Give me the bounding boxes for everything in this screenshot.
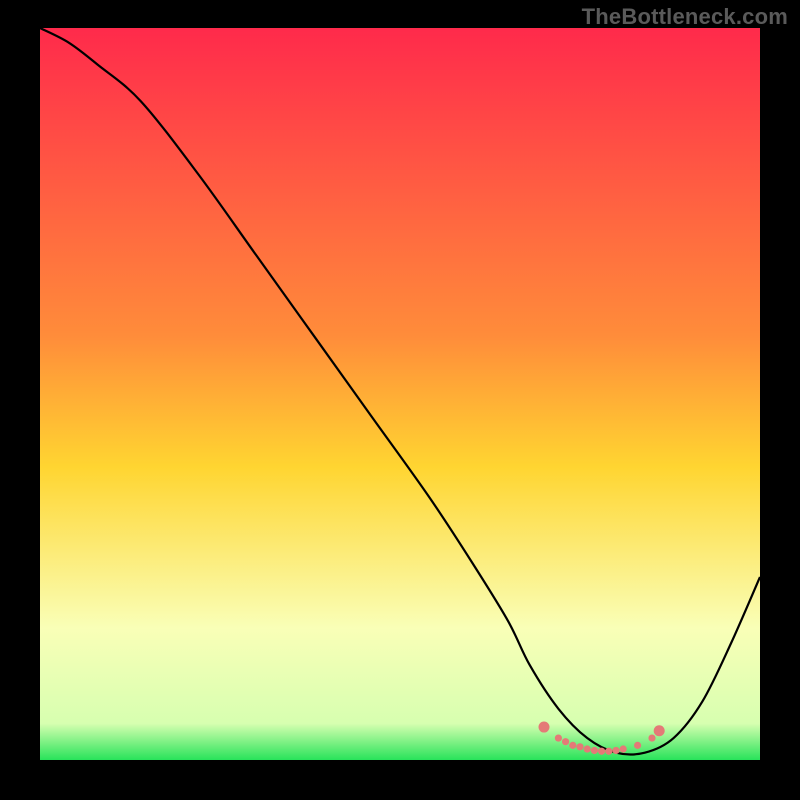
marker-dot bbox=[591, 747, 598, 754]
watermark-text: TheBottleneck.com bbox=[582, 4, 788, 30]
chart-container: TheBottleneck.com bbox=[0, 0, 800, 800]
marker-dot bbox=[612, 747, 619, 754]
marker-dot bbox=[562, 738, 569, 745]
marker-dot bbox=[634, 742, 641, 749]
marker-dot bbox=[648, 734, 655, 741]
marker-dot bbox=[555, 734, 562, 741]
marker-dot bbox=[605, 748, 612, 755]
gradient-background bbox=[40, 28, 760, 760]
plot-area bbox=[40, 28, 760, 760]
chart-svg bbox=[40, 28, 760, 760]
marker-dot bbox=[598, 748, 605, 755]
marker-dot bbox=[584, 745, 591, 752]
marker-dot bbox=[539, 722, 550, 733]
marker-dot bbox=[569, 742, 576, 749]
marker-dot bbox=[620, 745, 627, 752]
marker-dot bbox=[576, 743, 583, 750]
marker-dot bbox=[654, 725, 665, 736]
